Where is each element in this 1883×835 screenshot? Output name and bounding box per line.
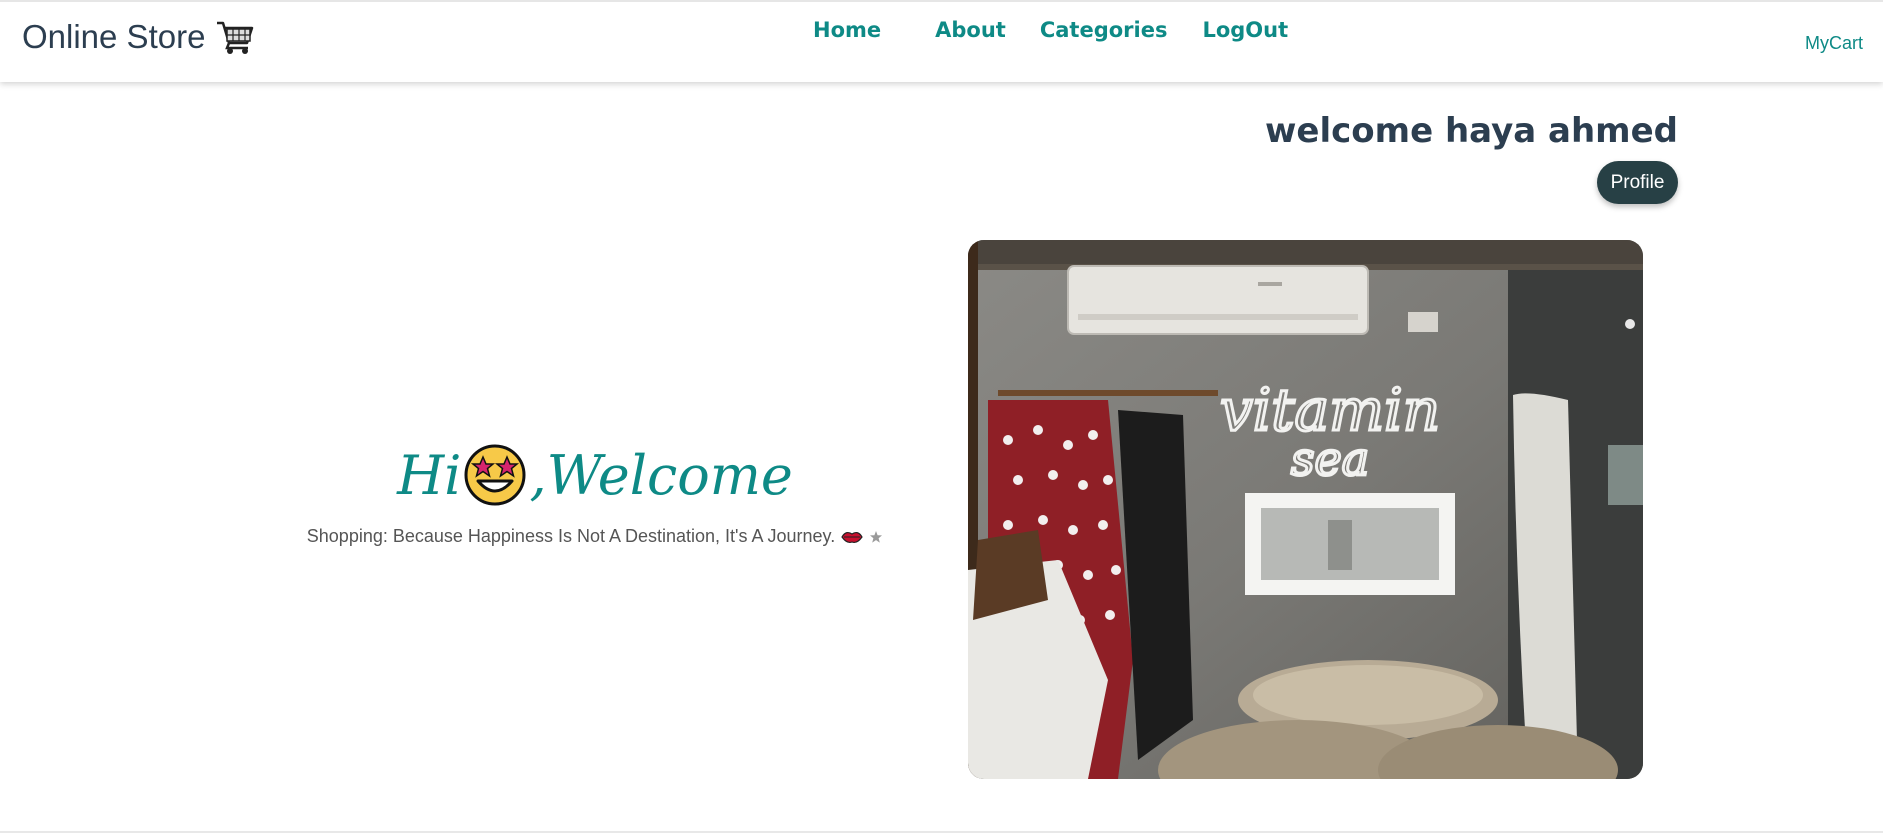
store-photo-illustration: vitamin sea xyxy=(968,240,1643,779)
main-nav: Home About Categories LogOut xyxy=(813,18,1288,42)
shopping-cart-icon xyxy=(217,21,254,54)
star-struck-face-icon xyxy=(464,444,526,506)
profile-button[interactable]: Profile xyxy=(1597,161,1678,204)
mycart-link[interactable]: MyCart xyxy=(1805,33,1863,54)
hero-section: Hi ,Welcome Shopping: Because Happiness … xyxy=(290,440,900,547)
sparkle-star-icon xyxy=(870,530,883,543)
hero-title: Hi ,Welcome xyxy=(290,440,900,510)
footer-divider xyxy=(0,831,1883,833)
store-interior-image: vitamin sea xyxy=(968,240,1643,779)
welcome-user-heading: welcome haya ahmed xyxy=(1265,111,1678,151)
nav-categories-link[interactable]: Categories xyxy=(1040,18,1168,42)
hero-title-welcome: ,Welcome xyxy=(529,443,793,507)
brand-logo[interactable]: Online Store xyxy=(22,18,255,56)
brand-title: Online Store xyxy=(22,18,206,55)
nav-logout-link[interactable]: LogOut xyxy=(1202,18,1288,42)
neon-sign-line2: sea xyxy=(1291,432,1369,486)
hero-subtitle: Shopping: Because Happiness Is Not A Des… xyxy=(290,526,900,547)
hero-title-hi: Hi xyxy=(397,443,462,507)
hero-subtitle-text: Shopping: Because Happiness Is Not A Des… xyxy=(306,526,836,546)
lips-icon xyxy=(841,531,863,543)
nav-about-link[interactable]: About xyxy=(935,18,1006,42)
nav-home-link[interactable]: Home xyxy=(813,18,881,42)
top-navbar: Online Store Home About Categories LogOu… xyxy=(0,0,1883,82)
